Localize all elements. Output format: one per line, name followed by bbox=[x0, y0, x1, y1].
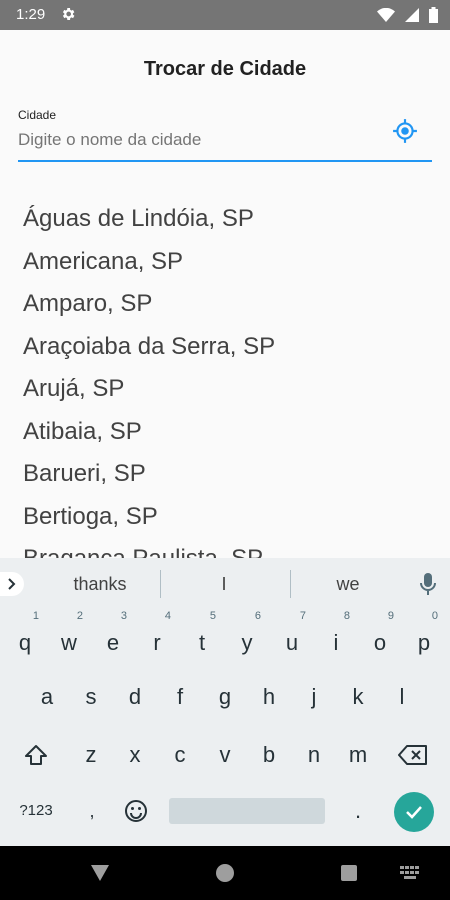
emoji-icon bbox=[125, 800, 147, 822]
city-field-label: Cidade bbox=[18, 108, 57, 122]
city-search-field: Cidade bbox=[18, 108, 432, 164]
keyboard-row-2: a s d f g h j k l bbox=[0, 672, 450, 722]
key-p[interactable]: p0 bbox=[402, 610, 446, 668]
key-j[interactable]: j bbox=[292, 672, 336, 722]
suggestion-word[interactable]: we bbox=[308, 574, 388, 595]
navigation-bar bbox=[0, 846, 450, 900]
space-bar[interactable] bbox=[169, 798, 325, 824]
key-k[interactable]: k bbox=[336, 672, 380, 722]
city-item[interactable]: Atibaia, SP bbox=[0, 411, 450, 454]
key-l[interactable]: l bbox=[380, 672, 424, 722]
key-s[interactable]: s bbox=[69, 672, 113, 722]
key-t[interactable]: t5 bbox=[180, 610, 224, 668]
key-g[interactable]: g bbox=[203, 672, 247, 722]
comma-key[interactable]: , bbox=[70, 786, 114, 836]
settings-icon bbox=[62, 8, 75, 20]
check-icon bbox=[406, 806, 422, 819]
shift-key[interactable] bbox=[14, 730, 58, 780]
mic-icon[interactable] bbox=[418, 572, 438, 596]
home-icon[interactable] bbox=[216, 864, 234, 882]
city-search-input[interactable] bbox=[18, 126, 378, 154]
key-q[interactable]: q1 bbox=[3, 610, 47, 668]
key-n[interactable]: n bbox=[292, 730, 336, 780]
emoji-key[interactable] bbox=[114, 786, 158, 836]
backspace-key[interactable] bbox=[391, 730, 435, 780]
key-w[interactable]: w2 bbox=[47, 610, 91, 668]
suggestion-word[interactable]: thanks bbox=[60, 574, 140, 595]
suggestion-word[interactable]: I bbox=[184, 574, 264, 595]
suggestion-divider bbox=[290, 570, 291, 598]
city-item[interactable]: Amparo, SP bbox=[0, 283, 450, 326]
period-key[interactable]: . bbox=[336, 786, 380, 836]
key-x[interactable]: x bbox=[113, 730, 157, 780]
key-a[interactable]: a bbox=[25, 672, 69, 722]
key-h[interactable]: h bbox=[247, 672, 291, 722]
key-u[interactable]: u7 bbox=[270, 610, 314, 668]
city-item[interactable]: Araçoiaba da Serra, SP bbox=[0, 326, 450, 369]
key-o[interactable]: o9 bbox=[358, 610, 402, 668]
status-time: 1:29 bbox=[16, 6, 46, 23]
key-i[interactable]: i8 bbox=[314, 610, 358, 668]
suggestion-divider bbox=[160, 570, 161, 598]
key-d[interactable]: d bbox=[113, 672, 157, 722]
backspace-icon bbox=[398, 745, 427, 765]
page-title: Trocar de Cidade bbox=[143, 58, 307, 80]
keyboard-row-1: q1 w2 e3 r4 t5 y6 u7 i8 o9 p0 bbox=[0, 610, 450, 668]
key-f[interactable]: f bbox=[158, 672, 202, 722]
key-y[interactable]: y6 bbox=[225, 610, 269, 668]
status-bar: 1:29 bbox=[0, 0, 450, 30]
city-item[interactable]: Arujá, SP bbox=[0, 368, 450, 411]
suggestion-strip: thanks I we bbox=[0, 558, 450, 610]
key-r[interactable]: r4 bbox=[135, 610, 179, 668]
key-m[interactable]: m bbox=[336, 730, 380, 780]
chevron-right-icon[interactable] bbox=[0, 572, 24, 596]
city-item[interactable]: Bertioga, SP bbox=[0, 496, 450, 539]
shift-icon bbox=[25, 745, 47, 765]
city-list: Águas de Lindóia, SP Americana, SP Ampar… bbox=[0, 198, 450, 558]
key-b[interactable]: b bbox=[247, 730, 291, 780]
enter-key[interactable] bbox=[394, 792, 434, 832]
keyboard-switch-icon[interactable] bbox=[400, 866, 420, 880]
key-v[interactable]: v bbox=[203, 730, 247, 780]
my-location-icon[interactable] bbox=[392, 118, 418, 144]
city-item[interactable]: Bragança Paulista, SP bbox=[0, 538, 450, 558]
keyboard-row-3: z x c v b n m bbox=[0, 730, 450, 780]
city-item[interactable]: Barueri, SP bbox=[0, 453, 450, 496]
wifi-icon bbox=[377, 8, 395, 22]
signal-icon bbox=[405, 8, 419, 22]
battery-icon bbox=[429, 7, 438, 23]
key-e[interactable]: e3 bbox=[91, 610, 135, 668]
symbols-key[interactable]: ?123 bbox=[13, 786, 59, 836]
soft-keyboard: thanks I we q1 w2 e3 r4 t5 y6 u7 i8 o9 p… bbox=[0, 558, 450, 846]
city-item[interactable]: Americana, SP bbox=[0, 241, 450, 284]
key-z[interactable]: z bbox=[69, 730, 113, 780]
input-underline bbox=[18, 160, 432, 162]
city-item[interactable]: Águas de Lindóia, SP bbox=[0, 198, 450, 241]
back-icon[interactable] bbox=[91, 865, 109, 881]
key-c[interactable]: c bbox=[158, 730, 202, 780]
recents-icon[interactable] bbox=[341, 865, 357, 881]
